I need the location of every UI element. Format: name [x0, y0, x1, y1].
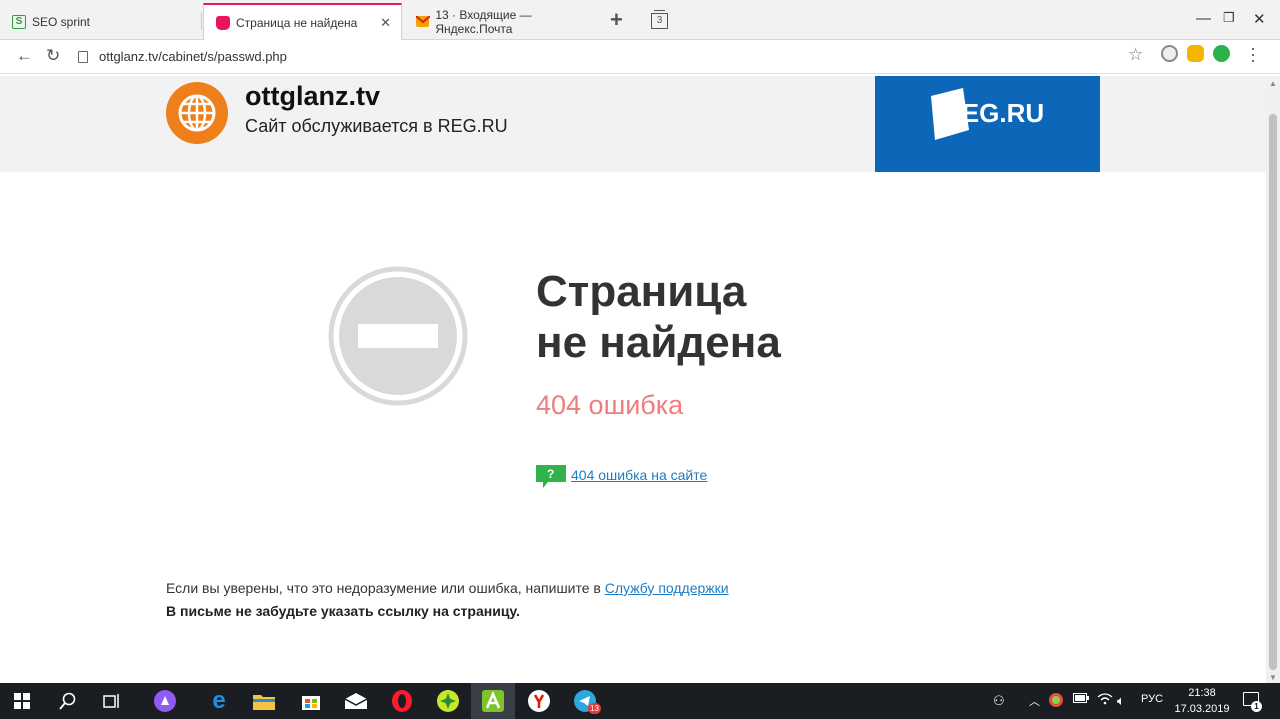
battery-icon[interactable]: [1073, 693, 1089, 706]
tab-strip: S SEO sprint Страница не найдена ✕ 13 · …: [0, 0, 1280, 40]
telegram-icon[interactable]: 13: [563, 683, 607, 719]
adguard-icon[interactable]: [1161, 45, 1178, 62]
clock-date: 17.03.2019: [1174, 703, 1230, 715]
opera-icon[interactable]: [380, 683, 424, 719]
store-icon[interactable]: [289, 683, 333, 719]
yandex-mail-icon: [416, 16, 430, 27]
page-icon: [78, 51, 88, 63]
yandex-browser-icon[interactable]: [517, 683, 561, 719]
show-hidden-icons-chevron[interactable]: ︿: [1029, 693, 1040, 709]
error-code: 404 ошибка: [536, 390, 684, 420]
title-line-1: Страница: [536, 267, 747, 316]
stop-sign-icon: [328, 266, 468, 406]
close-window-icon[interactable]: ✕: [1253, 10, 1266, 28]
regru-logo-text: REG.RU: [943, 98, 1045, 128]
scroll-down-icon[interactable]: ▼: [1269, 673, 1277, 682]
address-bar[interactable]: ottglanz.tv/cabinet/s/passwd.php: [72, 44, 1160, 70]
language-indicator[interactable]: РУС: [1141, 693, 1163, 705]
support-note: Если вы уверены, что это недоразумение и…: [166, 580, 729, 596]
tab-yandex-mail[interactable]: 13 · Входящие — Яндекс.Почта: [404, 3, 604, 40]
help-question-icon: ?: [536, 465, 566, 488]
notes-extension-icon[interactable]: [1213, 45, 1230, 62]
page-scrollbar[interactable]: ▲ ▼: [1266, 76, 1280, 683]
system-clock[interactable]: 21:38 17.03.2019: [1172, 685, 1232, 717]
support-link[interactable]: Службу поддержки: [605, 580, 729, 596]
tab-label: 13 · Входящие — Яндекс.Почта: [435, 7, 532, 36]
edge-icon[interactable]: e: [197, 683, 241, 719]
tab-label: Страница не найдена: [236, 15, 358, 30]
restore-icon[interactable]: ❐: [1223, 10, 1235, 26]
tab-page-not-found[interactable]: Страница не найдена ✕: [203, 3, 402, 40]
chat-extension-icon[interactable]: [1187, 45, 1204, 62]
clock-time: 21:38: [1188, 687, 1216, 699]
globe-icon: [166, 82, 228, 144]
telegram-badge: 13: [588, 703, 601, 714]
back-arrow-icon[interactable]: ←: [16, 46, 33, 66]
url-text: ottglanz.tv/cabinet/s/passwd.php: [99, 49, 287, 64]
tray-app-icon[interactable]: [1049, 693, 1063, 710]
wifi-icon[interactable]: [1097, 693, 1113, 708]
reminder-note: В письме не забудьте указать ссылку на с…: [166, 603, 520, 619]
tab-seo-sprint[interactable]: S SEO sprint: [0, 3, 200, 40]
bookmark-star-icon[interactable]: ☆: [1128, 45, 1143, 65]
reload-icon[interactable]: ↻: [46, 46, 60, 66]
windows-start-icon[interactable]: [0, 683, 44, 719]
tab-separator: [201, 12, 202, 30]
site-name: ottglanz.tv: [245, 81, 380, 111]
new-tab-button[interactable]: +: [610, 9, 623, 31]
people-icon[interactable]: ⚇: [993, 693, 1005, 709]
android-icon[interactable]: [471, 683, 515, 719]
regru-banner[interactable]: REG.RU: [875, 76, 1100, 172]
mail-icon[interactable]: [334, 683, 378, 719]
search-icon[interactable]: [46, 683, 90, 719]
error-help-link[interactable]: 404 ошибка на сайте: [571, 467, 707, 483]
title-line-2: не найдена: [536, 318, 781, 367]
support-note-text: Если вы уверены, что это недоразумение и…: [166, 580, 605, 596]
scroll-up-icon[interactable]: ▲: [1269, 79, 1277, 88]
tab-label: SEO sprint: [32, 14, 91, 29]
svg-text:?: ?: [547, 467, 554, 481]
page-title: Страница не найдена: [536, 266, 781, 368]
site-subtitle: Сайт обслуживается в REG.RU: [245, 116, 508, 136]
windows-taskbar: e 13 ⚇ ︿ 🔈︎ РУС 21:38 17.03.2019 1: [0, 683, 1280, 719]
tab-count-button[interactable]: 3: [651, 10, 668, 29]
file-explorer-icon[interactable]: [242, 683, 286, 719]
scroll-thumb[interactable]: [1269, 114, 1277, 670]
minimize-icon[interactable]: —: [1196, 10, 1211, 27]
volume-icon[interactable]: 🔈︎: [1117, 693, 1125, 709]
close-tab-icon[interactable]: ✕: [380, 15, 391, 31]
task-view-icon[interactable]: [90, 683, 134, 719]
browser-toolbar: ← ↻ ottglanz.tv/cabinet/s/passwd.php ☆: [0, 40, 1280, 74]
game-icon[interactable]: [426, 683, 470, 719]
browser-menu-icon[interactable]: · · ·: [1250, 39, 1256, 69]
notification-count: 1: [1251, 701, 1262, 712]
seosprint-icon: S: [12, 14, 26, 29]
regru-page-icon: [216, 15, 230, 30]
alice-icon[interactable]: [143, 683, 187, 719]
